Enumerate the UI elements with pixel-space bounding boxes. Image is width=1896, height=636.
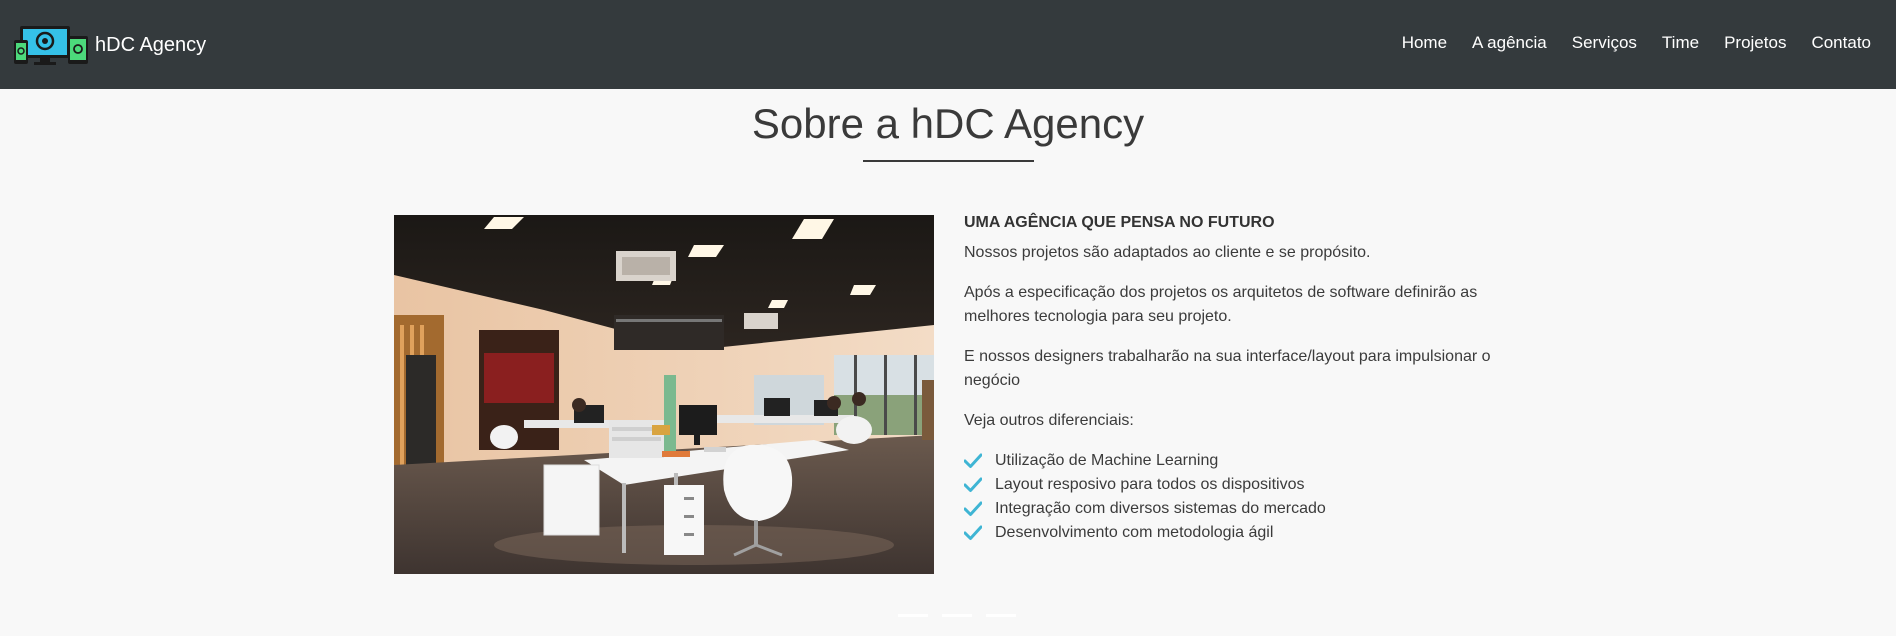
about-paragraph-3: E nossos designers trabalharão na sua in… (964, 348, 1491, 389)
nav-item-servicos[interactable]: Serviços (1572, 33, 1637, 53)
check-icon (964, 453, 982, 468)
about-paragraph-2: Após a especificação dos projetos os arq… (964, 284, 1478, 325)
nav-item-time[interactable]: Time (1662, 33, 1699, 53)
section-title: Sobre a hDC Agency (751, 100, 1145, 147)
list-item: Integração com diversos sistemas do merc… (964, 497, 1504, 521)
check-icon (964, 501, 982, 516)
brand-link[interactable]: hDC Agency (12, 24, 206, 66)
feature-label: Layout resposivo para todos os dispositi… (995, 476, 1305, 493)
about-paragraph-4: Veja outros diferenciais: (964, 412, 1134, 429)
features-list: Utilização de Machine Learning Layout re… (964, 449, 1504, 545)
nav-item-home[interactable]: Home (1402, 33, 1447, 53)
feature-label: Integração com diversos sistemas do merc… (995, 500, 1326, 517)
main-nav: Home A agência Serviços Time Projetos Co… (1377, 33, 1871, 53)
title-divider (863, 160, 1034, 162)
check-icon (964, 477, 982, 492)
nav-item-contato[interactable]: Contato (1811, 33, 1871, 53)
top-navbar: hDC Agency Home A agência Serviços Time … (0, 0, 1896, 89)
carousel-dot[interactable] (898, 614, 928, 617)
brand-name: hDC Agency (95, 33, 207, 56)
devices-logo-icon (14, 26, 88, 65)
check-icon (964, 525, 982, 540)
list-item: Desenvolvimento com metodologia ágil (964, 521, 1504, 545)
about-content: UMA AGÊNCIA QUE PENSA NO FUTURO Nossos p… (964, 214, 1504, 545)
list-item: Utilização de Machine Learning (964, 449, 1504, 473)
about-paragraph-1: Nossos projetos são adaptados ao cliente… (964, 244, 1371, 261)
office-photo (394, 215, 934, 574)
feature-label: Desenvolvimento com metodologia ágil (995, 524, 1274, 541)
list-item: Layout resposivo para todos os dispositi… (964, 473, 1504, 497)
carousel-dot[interactable] (986, 614, 1016, 617)
about-heading: UMA AGÊNCIA QUE PENSA NO FUTURO (964, 214, 1275, 231)
feature-label: Utilização de Machine Learning (995, 452, 1219, 469)
carousel-indicators (898, 614, 1030, 617)
nav-item-agencia[interactable]: A agência (1472, 33, 1547, 53)
nav-item-projetos[interactable]: Projetos (1724, 33, 1786, 53)
carousel-dot[interactable] (942, 614, 972, 617)
